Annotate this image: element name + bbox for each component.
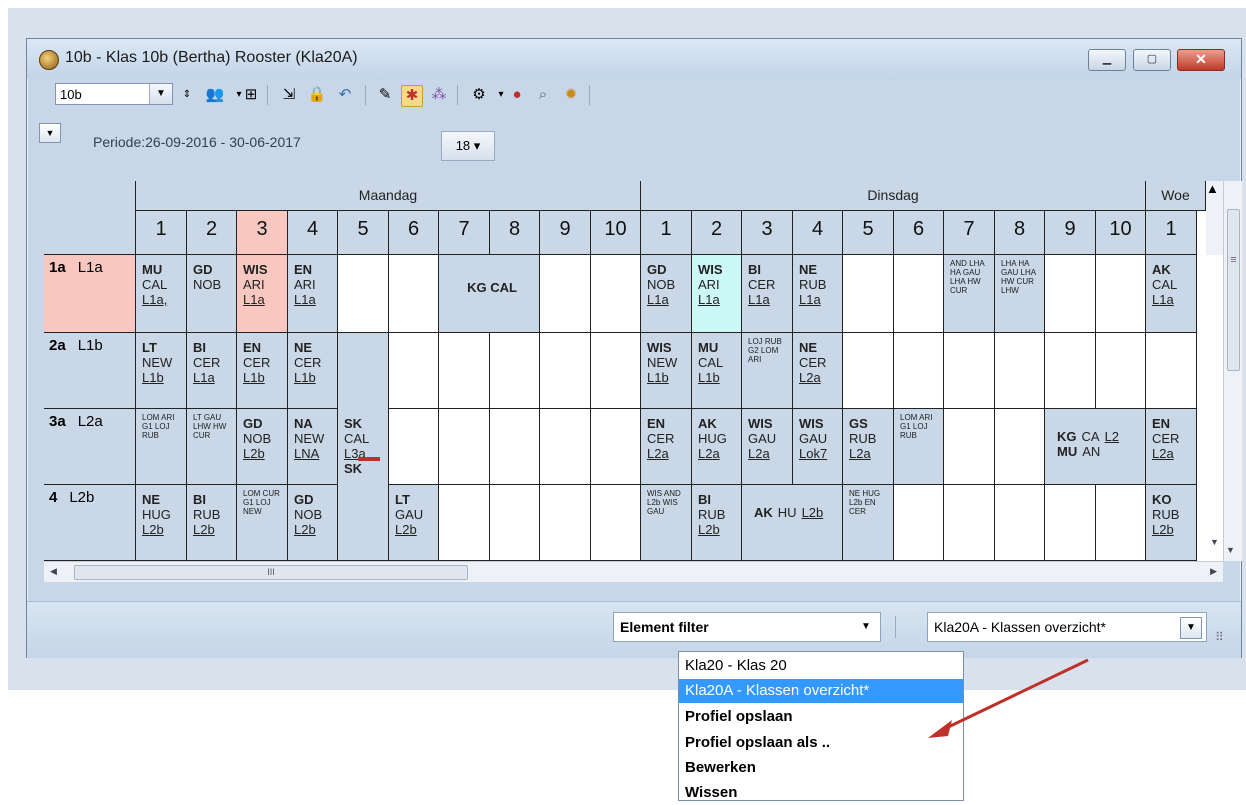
red-arrowhead-icon: [928, 720, 952, 738]
annotation-overlay: [928, 658, 1089, 738]
red-arrow-icon: [941, 658, 1089, 732]
